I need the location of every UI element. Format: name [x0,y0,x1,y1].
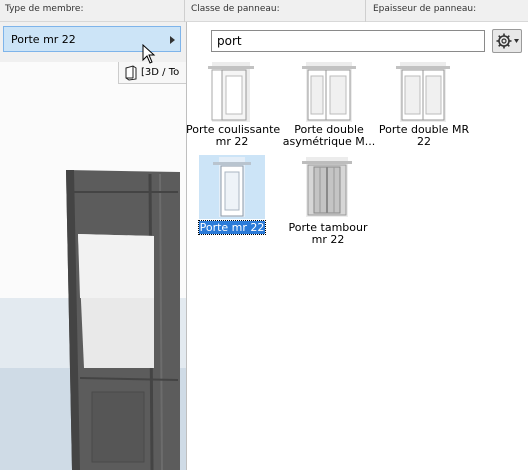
item-label-line2: asymétrique M... [282,135,376,148]
double-door-thumbnail [390,60,456,124]
gear-icon [496,33,519,49]
header-bar: Type de membre: Classe de panneau: Epais… [0,0,528,22]
sliding-door-thumbnail [198,60,264,124]
panel-thickness-label: Epaisseur de panneau: [373,4,477,14]
view-tab-label: [3D / To [141,67,180,78]
3d-view-canvas [0,62,186,470]
item-label-line1: Porte mr 22 [197,220,267,235]
item-label-line2: mr 22 [215,135,249,148]
header-separator [184,0,185,22]
view-tab[interactable]: [3D / To [118,62,186,84]
search-value: port [217,34,242,48]
settings-button[interactable] [492,29,522,53]
header-separator [365,0,366,22]
member-type-value: Porte mr 22 [11,33,76,46]
panel-class-label: Classe de panneau: [191,4,280,14]
search-input[interactable]: port [211,30,485,52]
item-label-line2: mr 22 [311,233,345,246]
chevron-right-icon [170,36,175,44]
item-label-line2: 22 [417,135,431,148]
double-asymmetric-door-thumbnail [296,60,362,124]
mouse-pointer-icon [142,44,156,64]
member-type-label: Type de membre: [5,4,84,14]
revolving-door-thumbnail [294,155,360,219]
single-door-thumbnail [199,155,265,219]
3d-view[interactable] [0,62,186,470]
3d-view-icon [124,65,138,84]
